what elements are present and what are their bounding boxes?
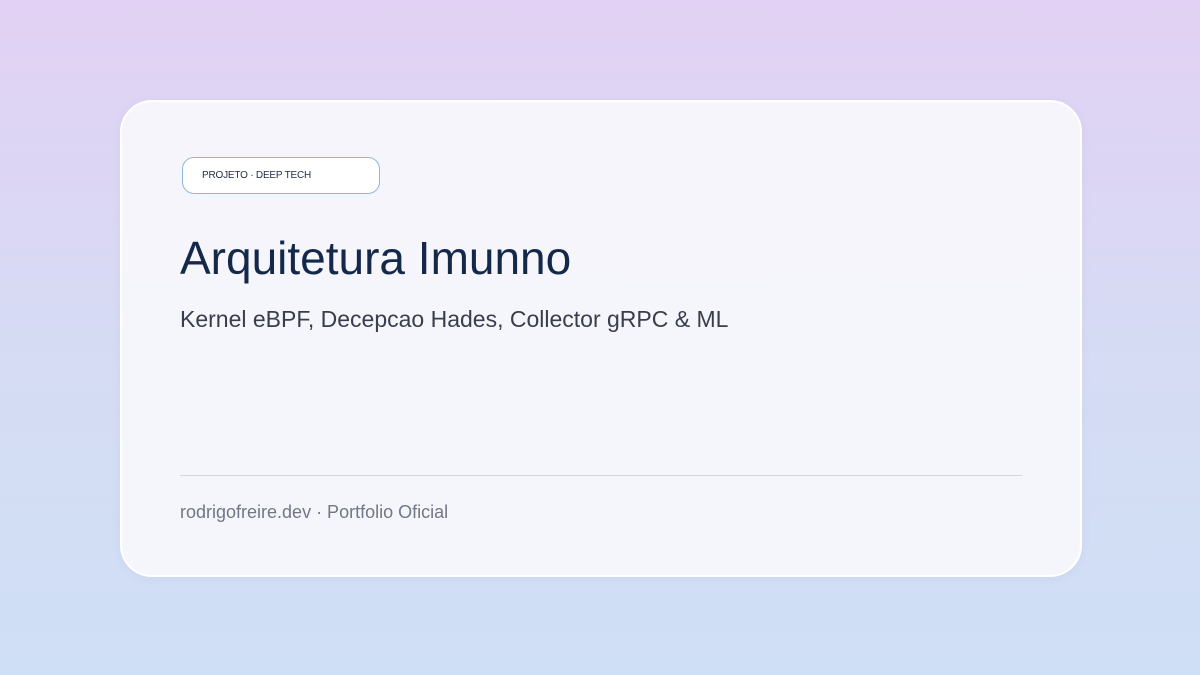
project-card: PROJETO · DEEP TECH Arquitetura Imunno K…: [120, 100, 1082, 577]
page-subtitle: Kernel eBPF, Decepcao Hades, Collector g…: [180, 306, 729, 332]
category-badge: PROJETO · DEEP TECH: [182, 157, 380, 194]
divider: [180, 475, 1022, 476]
page-title: Arquitetura Imunno: [180, 232, 572, 284]
footer-text: rodrigofreire.dev · Portfolio Oficial: [180, 502, 449, 522]
